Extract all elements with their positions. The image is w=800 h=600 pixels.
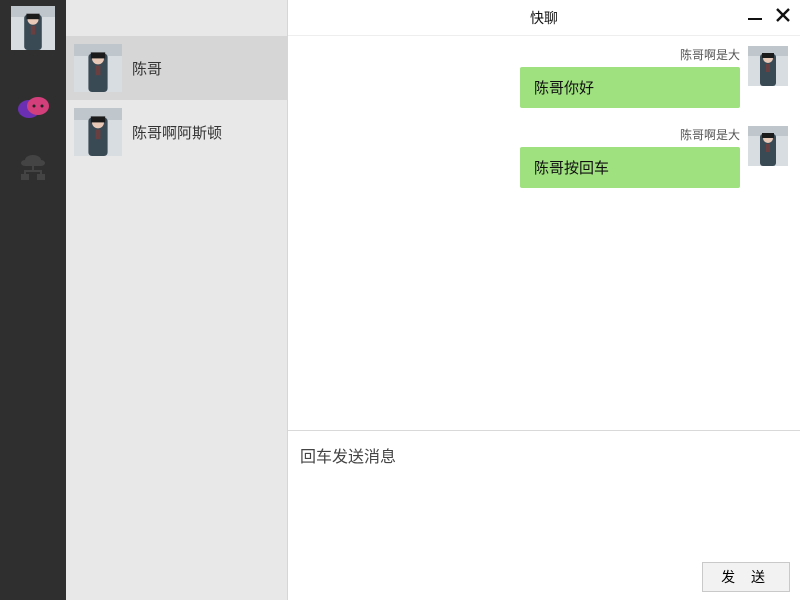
contact-item[interactable]: 陈哥 [66,36,287,100]
title-bar: 快聊 [288,0,800,36]
contacts-panel: 陈哥 陈哥啊阿斯顿 [66,0,288,600]
my-avatar[interactable] [11,6,55,50]
contact-avatar [74,44,122,92]
contacts-title-spacer [66,0,287,36]
avatar-icon [748,46,788,86]
message-bubble: 陈哥你好 [520,67,740,108]
message-avatar [748,46,788,86]
chat-icon [16,94,50,122]
message-sender: 陈哥啊是大 [680,46,740,63]
avatar-icon [748,126,788,166]
message-row: 陈哥啊是大 陈哥按回车 [300,126,788,188]
minimize-button[interactable] [744,4,766,26]
avatar-icon [74,108,122,156]
app-title: 快聊 [530,8,558,28]
close-icon [774,6,792,24]
contact-name: 陈哥 [132,58,162,79]
chat-nav-button[interactable] [13,88,53,128]
message-sender: 陈哥啊是大 [680,126,740,143]
window-buttons [744,4,794,26]
close-button[interactable] [772,4,794,26]
chat-panel: 快聊 陈哥啊是大 陈哥你好 [288,0,800,600]
composer: 发 送 [288,430,800,600]
contact-avatar [74,108,122,156]
message-row: 陈哥啊是大 陈哥你好 [300,46,788,108]
network-nav-button[interactable] [13,148,53,188]
contact-item[interactable]: 陈哥啊阿斯顿 [66,100,287,164]
avatar-icon [74,44,122,92]
message-avatar [748,126,788,166]
avatar-icon [11,6,55,50]
messages-area: 陈哥啊是大 陈哥你好 陈哥啊是大 陈哥按回车 [288,36,800,430]
network-icon [17,154,49,182]
composer-actions: 发 送 [288,554,800,600]
nav-rail [0,0,66,600]
send-button[interactable]: 发 送 [702,562,790,592]
message-bubble: 陈哥按回车 [520,147,740,188]
minimize-icon [746,6,764,24]
contact-name: 陈哥啊阿斯顿 [132,122,222,143]
message-input[interactable] [288,431,800,554]
